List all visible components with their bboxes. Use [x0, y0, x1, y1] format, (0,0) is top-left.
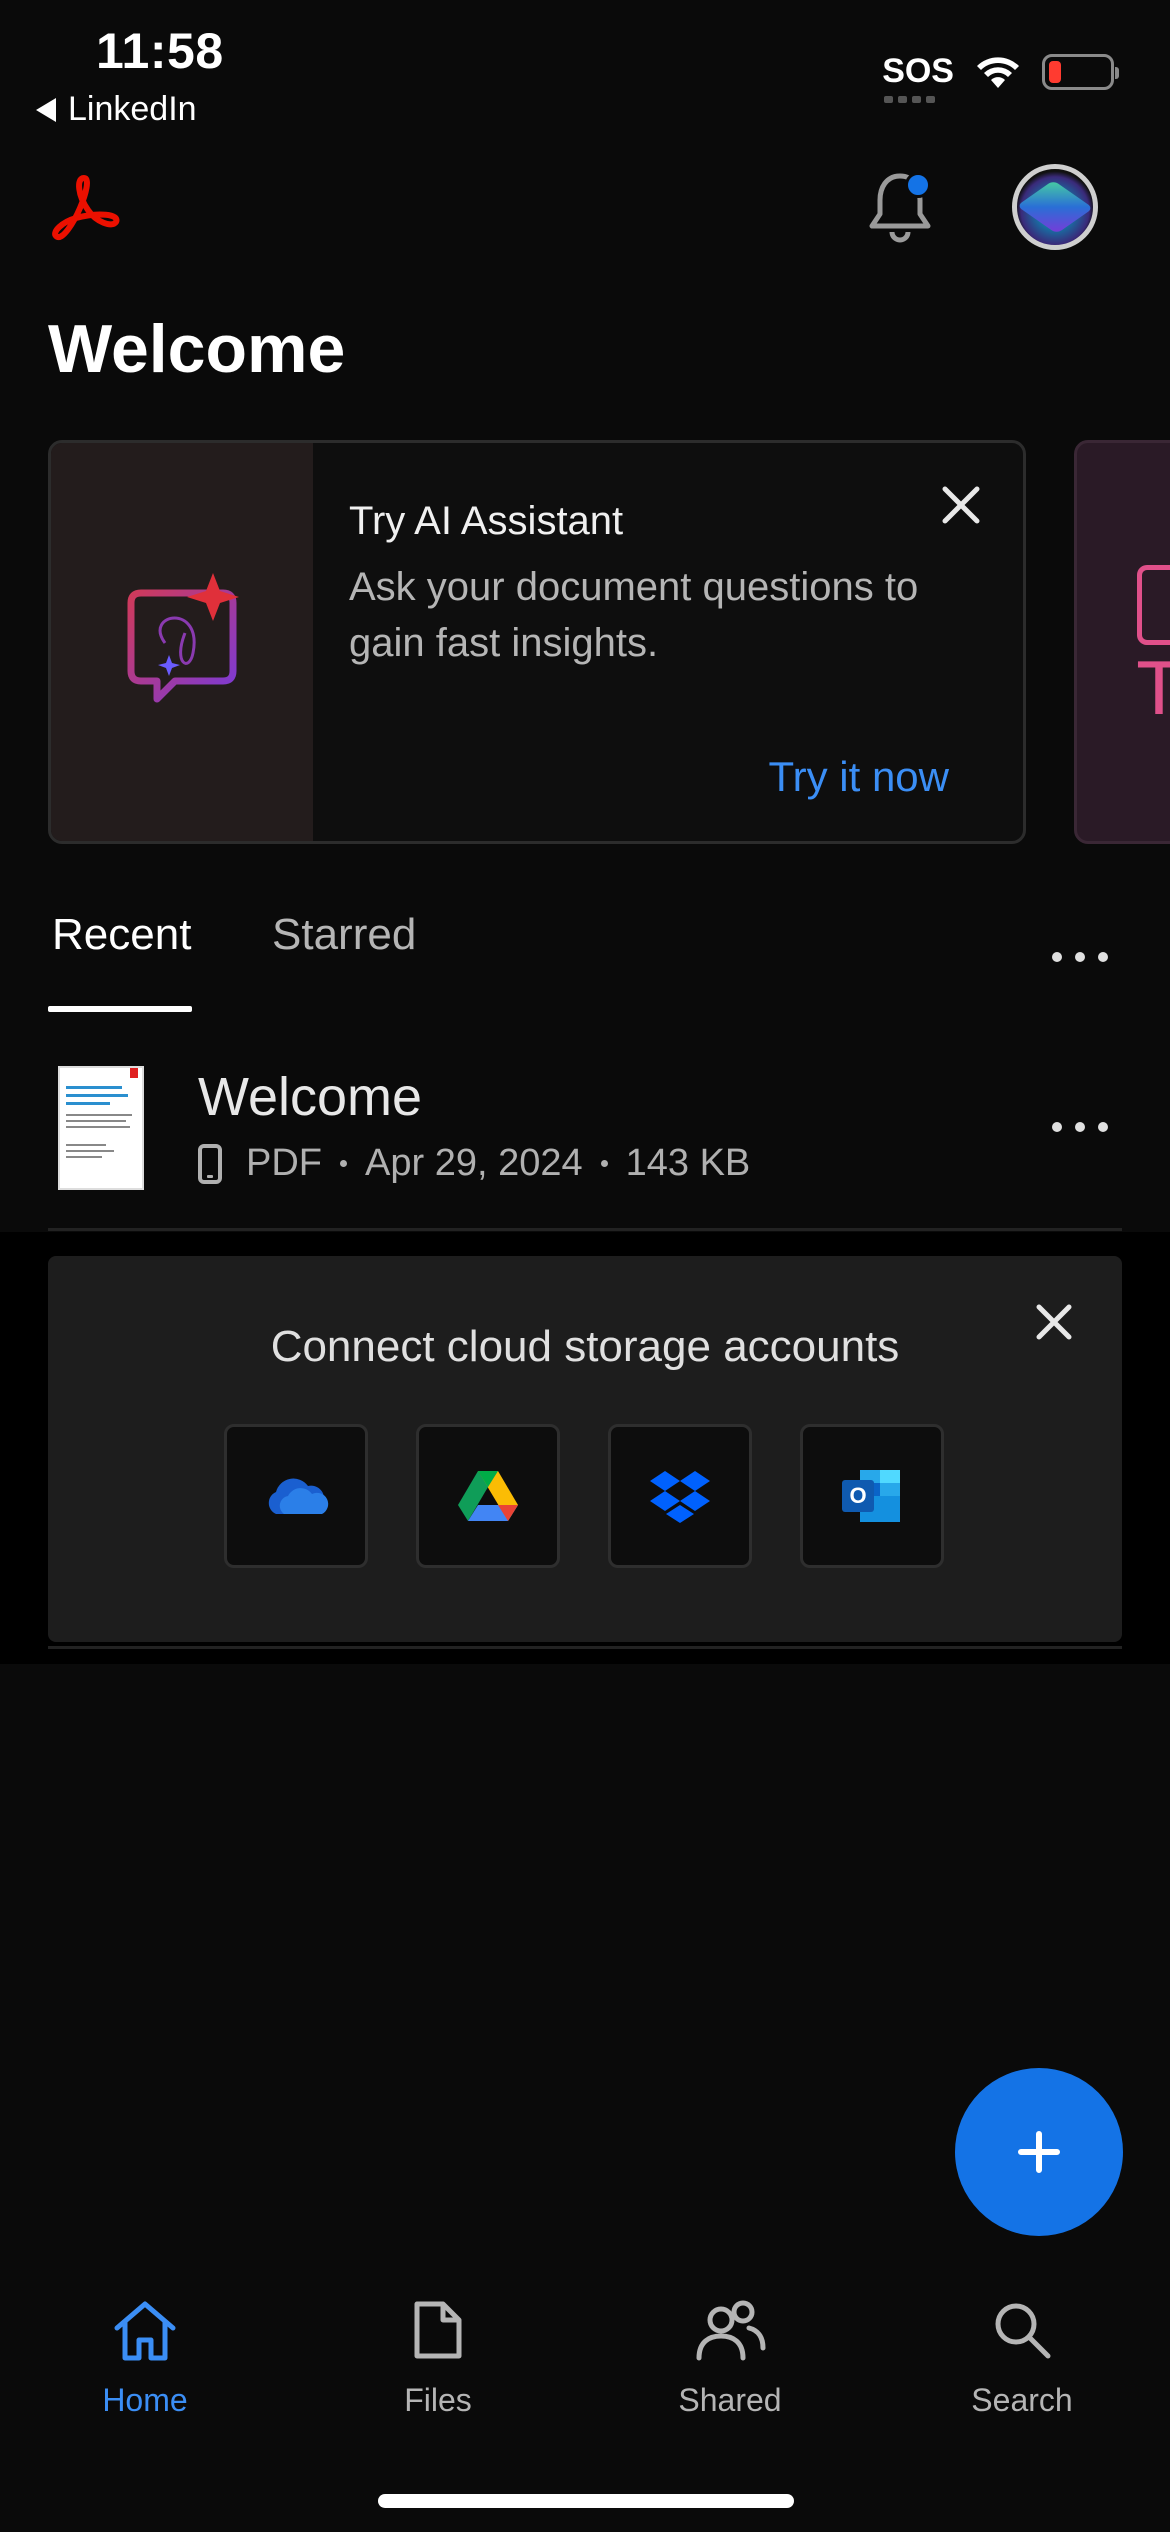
pdf-thumbnail — [58, 1066, 144, 1190]
sos-indicator: SOS — [882, 52, 954, 103]
plus-icon — [1018, 2131, 1060, 2173]
file-row[interactable]: Welcome PDF Apr 29, 2024 143 KB — [0, 1060, 1170, 1230]
wifi-icon — [977, 56, 1019, 88]
separator-dot — [340, 1160, 347, 1167]
create-fab-button[interactable] — [955, 2068, 1123, 2236]
back-to-app[interactable]: LinkedIn — [36, 90, 197, 129]
file-size: 143 KB — [625, 1142, 751, 1184]
home-icon — [114, 2301, 176, 2361]
google-drive-icon — [458, 1471, 518, 1521]
close-icon[interactable] — [939, 483, 983, 527]
more-options-icon[interactable] — [1052, 952, 1108, 968]
page-title: Welcome — [48, 311, 346, 387]
nav-shared-label: Shared — [678, 2382, 782, 2418]
nav-search-label: Search — [971, 2382, 1073, 2418]
signal-dots — [884, 96, 936, 103]
tab-recent[interactable]: Recent — [52, 910, 191, 960]
acrobat-logo-icon[interactable] — [46, 172, 122, 242]
nav-home[interactable]: Home — [45, 2290, 245, 2419]
file-type: PDF — [246, 1142, 322, 1184]
back-arrow-icon — [36, 97, 56, 122]
outlook-letter: O — [849, 1483, 866, 1508]
separator-dot — [600, 1160, 608, 1167]
nav-home-label: Home — [102, 2382, 188, 2418]
search-icon — [995, 2303, 1051, 2359]
onedrive-button[interactable] — [224, 1424, 368, 1568]
active-tab-indicator — [48, 1006, 192, 1012]
ai-assistant-icon — [127, 573, 239, 703]
outlook-button[interactable]: O — [800, 1424, 944, 1568]
cloud-storage-card: Connect cloud storage accounts O — [48, 1256, 1122, 1642]
file-name: Welcome — [198, 1067, 423, 1127]
nav-files-label: Files — [404, 2382, 472, 2418]
promo-title: Try AI Assistant — [349, 499, 624, 543]
nav-files[interactable]: Files — [338, 2290, 538, 2419]
divider — [48, 1646, 1122, 1649]
status-indicators: SOS — [882, 52, 1119, 103]
file-date: Apr 29, 2024 — [365, 1142, 583, 1184]
people-icon — [696, 2300, 766, 2361]
promo-artwork — [51, 443, 313, 841]
next-promo-letter: T — [1135, 648, 1170, 739]
dropbox-button[interactable] — [608, 1424, 752, 1568]
file-meta: PDF Apr 29, 2024 143 KB — [198, 1142, 750, 1185]
dropbox-icon — [650, 1471, 710, 1523]
battery-icon — [1042, 53, 1119, 90]
file-icon — [414, 2301, 462, 2359]
notification-badge — [905, 172, 931, 198]
nav-search[interactable]: Search — [922, 2290, 1122, 2419]
close-icon[interactable] — [1034, 1302, 1074, 1342]
status-time: 11:58 — [96, 23, 224, 79]
bottom-navigation: Home Files Shared Search — [0, 2290, 1170, 2450]
edit-image-icon — [1137, 565, 1170, 645]
cloud-provider-buttons: O — [224, 1424, 944, 1568]
ai-assistant-promo-card[interactable]: Try AI Assistant Ask your document quest… — [48, 440, 1026, 844]
tab-starred[interactable]: Starred — [272, 910, 416, 960]
try-it-now-button[interactable]: Try it now — [769, 753, 949, 801]
nav-shared[interactable]: Shared — [630, 2290, 830, 2419]
google-drive-button[interactable] — [416, 1424, 560, 1568]
file-more-options-icon[interactable] — [1052, 1122, 1108, 1138]
outlook-icon: O — [842, 1470, 900, 1522]
next-promo-card[interactable]: T — [1074, 440, 1170, 844]
promo-description: Ask your document questions to gain fast… — [349, 565, 919, 665]
sos-label: SOS — [882, 52, 954, 90]
home-indicator[interactable] — [378, 2494, 794, 2508]
cloud-storage-title: Connect cloud storage accounts — [270, 1322, 900, 1371]
back-app-label: LinkedIn — [68, 90, 197, 128]
profile-avatar[interactable] — [1012, 164, 1098, 250]
divider — [48, 1228, 1122, 1231]
phone-icon — [198, 1143, 222, 1184]
onedrive-icon — [268, 1478, 329, 1514]
